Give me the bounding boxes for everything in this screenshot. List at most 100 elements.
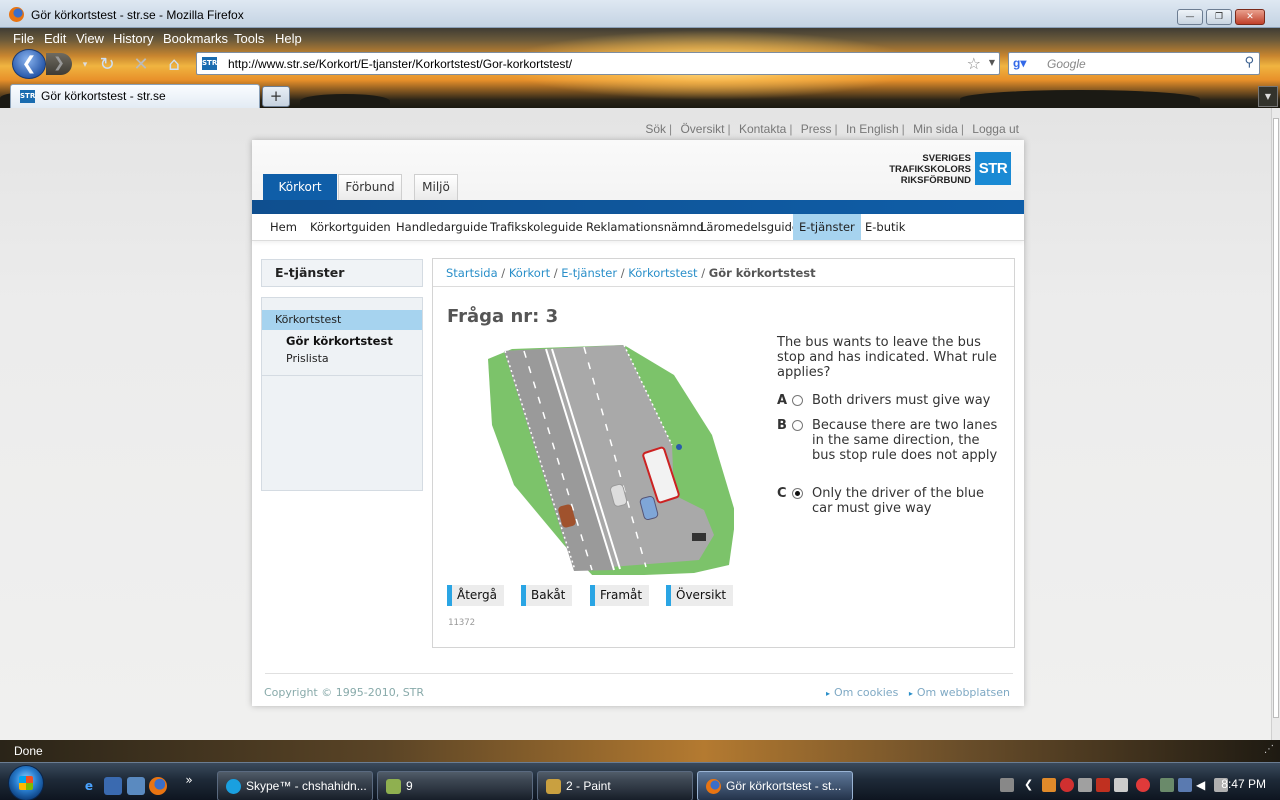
back-arrow-icon[interactable]: ❮ bbox=[12, 49, 46, 79]
keyboard-icon[interactable] bbox=[1000, 778, 1014, 792]
minimize-button[interactable]: — bbox=[1177, 9, 1203, 25]
option-text[interactable]: Only the driver of the blue car must giv… bbox=[812, 486, 1002, 516]
link-sok[interactable]: Sök bbox=[645, 122, 666, 136]
tray-app-icon[interactable] bbox=[1136, 778, 1150, 792]
firefox-icon bbox=[706, 779, 721, 794]
resize-grip-icon[interactable]: ⋰ bbox=[1264, 744, 1274, 755]
menu-history[interactable]: History bbox=[113, 31, 153, 46]
navigation-toolbar: ❮ ❯ ▾ ↻ ✕ ⌂ STR http://www.str.se/Korkor… bbox=[0, 48, 1280, 82]
utility-links: Sök | Översikt | Kontakta | Press | In Engli… bbox=[645, 122, 1019, 136]
tray-app-icon[interactable] bbox=[1114, 778, 1128, 792]
site-favicon-icon: STR bbox=[202, 57, 217, 70]
breadcrumb-korkort[interactable]: Körkort bbox=[509, 266, 550, 280]
sidebar-heading: E-tjänster bbox=[261, 259, 423, 287]
sidebar-item-gor-korkortstest[interactable]: Gör körkortstest bbox=[286, 334, 393, 348]
breadcrumb-korkortstest[interactable]: Körkortstest bbox=[628, 266, 697, 280]
subnav-korkortguiden[interactable]: Körkortguiden bbox=[304, 214, 397, 240]
search-box[interactable]: g▾ Google ⚲ bbox=[1008, 52, 1260, 75]
menu-file[interactable]: File bbox=[13, 31, 34, 46]
subnav-hem[interactable]: Hem bbox=[264, 214, 303, 240]
subnav-handledarguide[interactable]: Handledarguide bbox=[390, 214, 494, 240]
site-page: Körkort Förbund Miljö SVERIGES TRAFIKSKO… bbox=[252, 140, 1024, 706]
window-switch-icon[interactable] bbox=[127, 777, 145, 795]
option-text[interactable]: Because there are two lanes in the same … bbox=[812, 418, 1002, 463]
network-icon[interactable] bbox=[1160, 778, 1174, 792]
tray-expand-icon[interactable]: ❮ bbox=[1024, 778, 1038, 792]
address-bar[interactable]: STR http://www.str.se/Korkort/E-tjanster… bbox=[196, 52, 1000, 75]
google-icon[interactable]: g▾ bbox=[1013, 56, 1028, 71]
link-kontakta[interactable]: Kontakta bbox=[739, 122, 786, 136]
reload-icon[interactable]: ↻ bbox=[96, 54, 118, 76]
sidebar-item-korkortstest[interactable]: Körkortstest bbox=[262, 310, 422, 330]
oversikt-button[interactable]: Översikt bbox=[666, 585, 734, 606]
logo-text: SVERIGES TRAFIKSKOLORS RIKSFÖRBUND bbox=[889, 153, 971, 186]
framat-button[interactable]: Framåt bbox=[590, 585, 650, 606]
link-logga-ut[interactable]: Logga ut bbox=[972, 122, 1019, 136]
tab-bar: STR Gör körkortstest - str.se + ▼ bbox=[0, 84, 1280, 108]
menu-tools[interactable]: Tools bbox=[234, 31, 264, 46]
str-logo[interactable]: SVERIGES TRAFIKSKOLORS RIKSFÖRBUND STR bbox=[886, 152, 1011, 188]
radio-option-a[interactable] bbox=[792, 395, 803, 406]
ie-icon[interactable]: e bbox=[80, 777, 98, 795]
task-paint[interactable]: 2 - Paint bbox=[537, 771, 693, 800]
url-text[interactable]: http://www.str.se/Korkort/E-tjanster/Kor… bbox=[228, 57, 572, 71]
new-tab-button[interactable]: + bbox=[262, 86, 290, 107]
show-desktop-icon[interactable] bbox=[104, 777, 122, 795]
atergaa-button[interactable]: Återgå bbox=[447, 585, 504, 606]
firefox-quicklaunch-icon[interactable] bbox=[149, 777, 167, 795]
quicklaunch-overflow-icon[interactable]: » bbox=[180, 771, 198, 789]
panel-divider bbox=[433, 286, 1014, 287]
breadcrumb-e-tjanster[interactable]: E-tjänster bbox=[561, 266, 617, 280]
tray-app-icon[interactable] bbox=[1096, 778, 1110, 792]
home-icon[interactable]: ⌂ bbox=[163, 54, 185, 76]
antivirus-icon[interactable] bbox=[1060, 778, 1074, 792]
option-text[interactable]: Both drivers must give way bbox=[812, 393, 1002, 408]
page-scrollbar[interactable] bbox=[1271, 108, 1280, 740]
option-letter: B bbox=[777, 418, 787, 433]
subnav-reklamationsnamnd[interactable]: Reklamationsnämnd bbox=[580, 214, 710, 240]
menu-help[interactable]: Help bbox=[275, 31, 302, 46]
tab-korkort[interactable]: Körkort bbox=[263, 174, 337, 200]
subnav-e-butik[interactable]: E-butik bbox=[859, 214, 911, 240]
tab-miljo[interactable]: Miljö bbox=[414, 174, 458, 200]
close-button[interactable]: ✕ bbox=[1235, 9, 1265, 25]
tab-list-icon[interactable]: ▼ bbox=[1258, 86, 1278, 107]
link-in-english[interactable]: In English bbox=[846, 122, 899, 136]
link-oversikt[interactable]: Översikt bbox=[680, 122, 724, 136]
bookmark-star-icon[interactable]: ☆ bbox=[967, 54, 981, 73]
bakat-button[interactable]: Bakåt bbox=[521, 585, 573, 606]
maximize-button[interactable]: ❐ bbox=[1206, 9, 1232, 25]
subnav-e-tjanster[interactable]: E-tjänster bbox=[793, 214, 861, 240]
forward-arrow-icon[interactable]: ❯ bbox=[46, 53, 72, 75]
link-min-sida[interactable]: Min sida bbox=[913, 122, 958, 136]
task-firefox[interactable]: Gör körkortstest - st... bbox=[697, 771, 853, 800]
tray-app-icon[interactable] bbox=[1178, 778, 1192, 792]
history-dropdown-icon[interactable]: ▾ bbox=[74, 54, 96, 76]
scrollbar-thumb[interactable] bbox=[1273, 118, 1279, 718]
start-button[interactable] bbox=[8, 765, 44, 800]
breadcrumb-startsida[interactable]: Startsida bbox=[446, 266, 498, 280]
tray-app-icon[interactable] bbox=[1078, 778, 1092, 792]
menu-view[interactable]: View bbox=[76, 31, 104, 46]
tray-app-icon[interactable] bbox=[1042, 778, 1056, 792]
radio-option-c[interactable] bbox=[792, 488, 803, 499]
subnav-trafikskoleguide[interactable]: Trafikskoleguide bbox=[484, 214, 589, 240]
subnav-laromedelsguide[interactable]: Läromedelsguide bbox=[694, 214, 805, 240]
search-icon[interactable]: ⚲ bbox=[1244, 55, 1254, 70]
clock[interactable]: 8:47 PM bbox=[1221, 777, 1266, 791]
link-om-webbplatsen[interactable]: Om webbplatsen bbox=[917, 686, 1010, 699]
sidebar-item-prislista[interactable]: Prislista bbox=[286, 352, 329, 365]
task-explorer[interactable]: 9 bbox=[377, 771, 533, 800]
link-press[interactable]: Press bbox=[801, 122, 832, 136]
stop-icon[interactable]: ✕ bbox=[130, 54, 152, 76]
menu-edit[interactable]: Edit bbox=[44, 31, 66, 46]
link-om-cookies[interactable]: Om cookies bbox=[834, 686, 898, 699]
tab-active[interactable]: STR Gör körkortstest - str.se bbox=[10, 84, 260, 108]
browser-chrome: Gör körkortstest - str.se - Mozilla Fire… bbox=[0, 0, 1280, 108]
url-dropdown-icon[interactable]: ▼ bbox=[989, 58, 995, 67]
volume-icon[interactable]: ◀ bbox=[1196, 778, 1210, 792]
task-skype[interactable]: Skype™ - chshahidn... bbox=[217, 771, 373, 800]
tab-forbund[interactable]: Förbund bbox=[338, 174, 402, 200]
menu-bookmarks[interactable]: Bookmarks bbox=[163, 31, 228, 46]
radio-option-b[interactable] bbox=[792, 420, 803, 431]
